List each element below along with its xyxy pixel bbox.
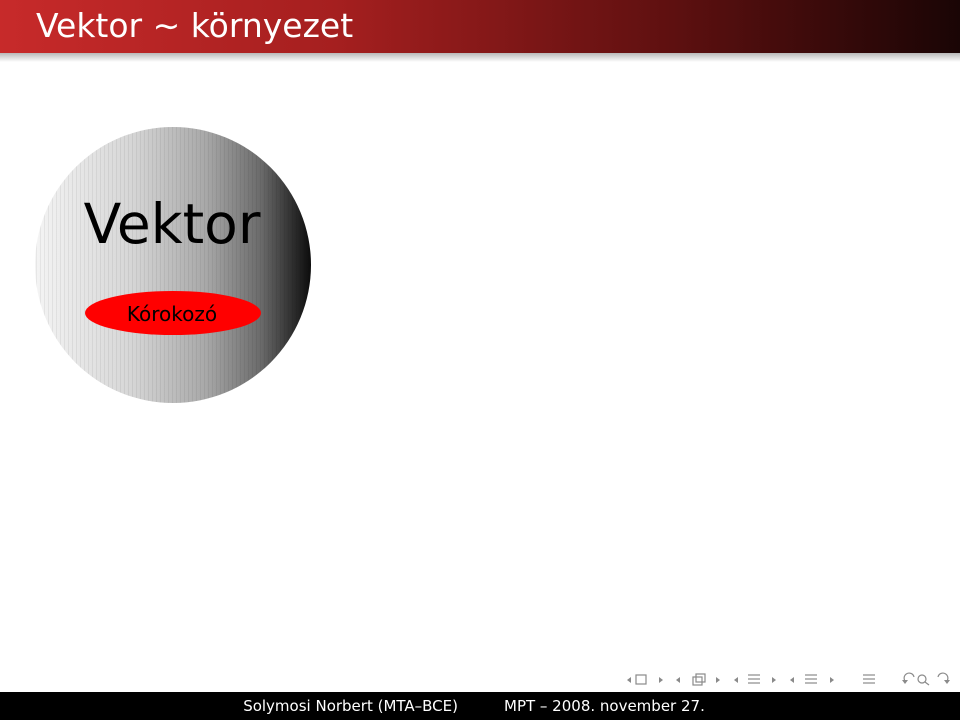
- navigation-icons[interactable]: [600, 668, 960, 690]
- footer-event: MPT – 2008. november 27.: [504, 697, 705, 715]
- vector-circle-shading: [35, 127, 311, 403]
- footer-author-panel: Solymosi Norbert (MTA–BCE): [0, 692, 480, 720]
- frame-icon[interactable]: [635, 674, 647, 685]
- subsection-icon[interactable]: [692, 673, 706, 686]
- figure-svg: Vektor Kórokozó: [35, 127, 311, 403]
- vector-label: Vektor: [84, 192, 261, 256]
- presentation-back-icon[interactable]: [790, 677, 794, 683]
- presentation-icon[interactable]: [805, 674, 817, 684]
- footer-author: Solymosi Norbert (MTA–BCE): [243, 697, 458, 715]
- subsection-back-icon[interactable]: [676, 677, 680, 683]
- title-bar: Vektor ∼ környezet: [0, 0, 960, 53]
- section-back-icon[interactable]: [734, 677, 738, 683]
- search-icon[interactable]: [917, 674, 930, 686]
- pathogen-label: Kórokozó: [127, 302, 217, 326]
- frame-back-icon[interactable]: [627, 677, 631, 683]
- footer: Solymosi Norbert (MTA–BCE) MPT – 2008. n…: [0, 692, 960, 720]
- back-arrow-icon[interactable]: [902, 672, 915, 684]
- toc-icon[interactable]: [863, 674, 875, 684]
- subsection-forward-icon[interactable]: [716, 677, 720, 683]
- footer-event-panel: MPT – 2008. november 27.: [480, 692, 960, 720]
- slide-title: Vektor ∼ környezet: [36, 6, 354, 45]
- title-shadow: [0, 53, 960, 62]
- section-icon[interactable]: [748, 674, 760, 684]
- forward-arrow-icon[interactable]: [937, 672, 950, 684]
- frame-forward-icon[interactable]: [659, 677, 663, 683]
- section-forward-icon[interactable]: [772, 677, 776, 683]
- beamer-navigation[interactable]: [600, 668, 960, 690]
- presentation-forward-icon[interactable]: [830, 677, 834, 683]
- vector-pathogen-figure: Vektor Kórokozó: [20, 110, 330, 420]
